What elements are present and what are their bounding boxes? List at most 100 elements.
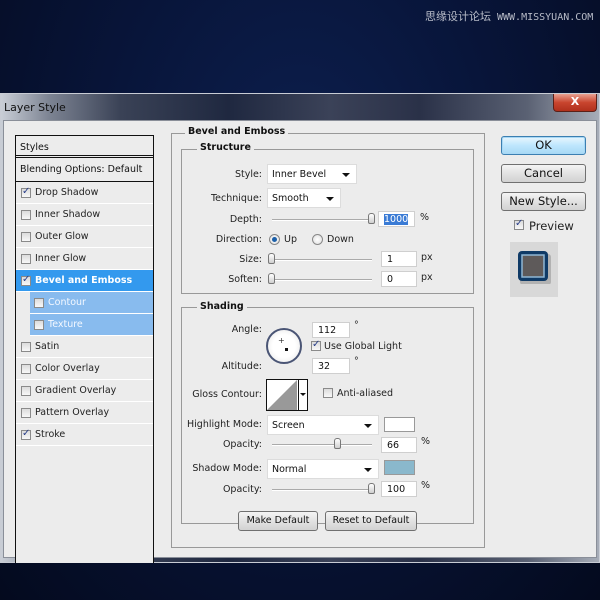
style-value: Inner Bevel xyxy=(272,169,327,180)
blending-options-item[interactable]: Blending Options: Default xyxy=(16,158,153,182)
size-label: Size: xyxy=(239,254,262,265)
size-unit: px xyxy=(421,252,433,263)
chevron-down-icon[interactable] xyxy=(298,380,307,410)
soften-value: 0 xyxy=(387,274,394,285)
style-select[interactable]: Inner Bevel xyxy=(267,164,357,184)
shading-legend: Shading xyxy=(197,301,247,312)
soften-input[interactable]: 0 xyxy=(381,271,417,287)
technique-select[interactable]: Smooth xyxy=(267,188,341,208)
style-checkbox[interactable] xyxy=(34,297,44,308)
style-checkbox[interactable] xyxy=(34,319,44,330)
style-item-outer-glow[interactable]: Outer Glow xyxy=(16,226,153,248)
soften-slider[interactable] xyxy=(272,279,372,281)
style-item-stroke[interactable]: Stroke xyxy=(16,424,153,446)
style-item-label: Satin xyxy=(35,341,60,352)
style-item-label: Inner Glow xyxy=(35,253,87,264)
shadow-color-swatch[interactable] xyxy=(384,460,415,475)
layer-style-dialog: Layer Style X Styles Blending Options: D… xyxy=(0,93,600,563)
direction-up-label[interactable]: Up xyxy=(284,234,297,245)
highlight-opacity-thumb[interactable] xyxy=(334,438,341,449)
altitude-degree: ° xyxy=(354,356,359,367)
close-icon: X xyxy=(570,95,580,108)
soften-unit: px xyxy=(421,272,433,283)
style-checkbox[interactable] xyxy=(21,363,31,374)
anti-aliased-label[interactable]: Anti-aliased xyxy=(337,388,393,399)
style-item-label: Gradient Overlay xyxy=(35,385,117,396)
ok-button[interactable]: OK xyxy=(501,136,586,155)
direction-up-radio[interactable] xyxy=(269,234,280,245)
style-checkbox[interactable] xyxy=(21,428,31,440)
direction-down-label[interactable]: Down xyxy=(327,234,354,245)
style-checkbox[interactable] xyxy=(21,341,31,352)
highlight-opacity-input[interactable]: 66 xyxy=(381,437,417,453)
style-item-contour[interactable]: Contour xyxy=(30,292,153,314)
style-item-texture[interactable]: Texture xyxy=(30,314,153,336)
soften-slider-thumb[interactable] xyxy=(268,273,275,284)
new-style-button[interactable]: New Style... xyxy=(501,192,586,211)
style-checkbox[interactable] xyxy=(21,385,31,396)
preview-checkbox[interactable] xyxy=(514,218,524,230)
shadow-mode-label: Shadow Mode: xyxy=(192,463,262,474)
direction-down-radio[interactable] xyxy=(312,234,323,245)
style-checkbox[interactable] xyxy=(21,274,31,286)
shadow-mode-value: Normal xyxy=(272,464,307,475)
depth-input[interactable]: 1000 xyxy=(378,211,415,227)
title-bar[interactable]: Layer Style X xyxy=(1,94,599,122)
bevel-emboss-title: Bevel and Emboss xyxy=(185,126,289,137)
style-checkbox[interactable] xyxy=(21,186,31,198)
style-checkbox[interactable] xyxy=(21,253,31,264)
altitude-input[interactable]: 32 xyxy=(312,358,350,374)
reset-to-default-button[interactable]: Reset to Default xyxy=(325,511,417,531)
watermark-chinese: 思缘设计论坛 xyxy=(425,10,491,23)
style-item-label: Texture xyxy=(48,319,83,330)
shadow-opacity-thumb[interactable] xyxy=(368,483,375,494)
style-item-drop-shadow[interactable]: Drop Shadow xyxy=(16,182,153,204)
shadow-mode-select[interactable]: Normal xyxy=(267,459,379,479)
shadow-opacity-input[interactable]: 100 xyxy=(381,481,417,497)
style-checkbox[interactable] xyxy=(21,209,31,220)
depth-unit: % xyxy=(420,212,430,223)
style-item-color-overlay[interactable]: Color Overlay xyxy=(16,358,153,380)
size-slider-thumb[interactable] xyxy=(268,253,275,264)
styles-header[interactable]: Styles xyxy=(16,136,153,158)
style-item-label: Outer Glow xyxy=(35,231,89,242)
shadow-opacity-slider[interactable] xyxy=(272,489,372,491)
highlight-opacity-slider[interactable] xyxy=(272,444,372,446)
style-item-bevel-and-emboss[interactable]: Bevel and Emboss xyxy=(16,270,153,292)
shadow-opacity-label: Opacity: xyxy=(222,484,262,495)
style-checkbox[interactable] xyxy=(21,407,31,418)
style-item-inner-shadow[interactable]: Inner Shadow xyxy=(16,204,153,226)
highlight-mode-select[interactable]: Screen xyxy=(267,415,379,435)
style-item-label: Pattern Overlay xyxy=(35,407,110,418)
window-title: Layer Style xyxy=(4,101,66,114)
contour-curve-icon xyxy=(267,380,297,410)
angle-value: 112 xyxy=(318,325,337,336)
style-checkbox[interactable] xyxy=(21,231,31,242)
style-item-pattern-overlay[interactable]: Pattern Overlay xyxy=(16,402,153,424)
size-slider[interactable] xyxy=(272,259,372,261)
anti-aliased-checkbox[interactable] xyxy=(323,388,333,398)
technique-label: Technique: xyxy=(210,193,262,204)
cancel-button[interactable]: Cancel xyxy=(501,164,586,183)
preview-label[interactable]: Preview xyxy=(529,219,574,233)
highlight-color-swatch[interactable] xyxy=(384,417,415,432)
style-item-gradient-overlay[interactable]: Gradient Overlay xyxy=(16,380,153,402)
use-global-light-checkbox[interactable] xyxy=(311,339,321,351)
soften-label: Soften: xyxy=(228,274,262,285)
size-input[interactable]: 1 xyxy=(381,251,417,267)
make-default-button[interactable]: Make Default xyxy=(238,511,318,531)
shadow-opacity-value: 100 xyxy=(387,484,406,495)
use-global-light-label[interactable]: Use Global Light xyxy=(324,341,402,352)
gloss-contour-picker[interactable] xyxy=(266,379,308,411)
style-item-label: Contour xyxy=(48,297,86,308)
close-button[interactable]: X xyxy=(553,94,597,112)
depth-label: Depth: xyxy=(229,214,262,225)
style-item-satin[interactable]: Satin xyxy=(16,336,153,358)
style-item-label: Color Overlay xyxy=(35,363,100,374)
depth-slider-thumb[interactable] xyxy=(368,213,375,224)
depth-slider[interactable] xyxy=(272,219,372,221)
style-item-inner-glow[interactable]: Inner Glow xyxy=(16,248,153,270)
preview-thumbnail xyxy=(510,242,558,297)
angle-dial[interactable]: + xyxy=(266,328,302,364)
angle-input[interactable]: 112 xyxy=(312,322,350,338)
